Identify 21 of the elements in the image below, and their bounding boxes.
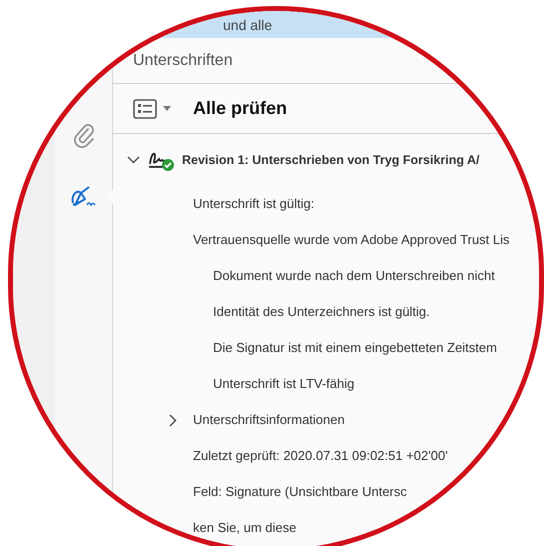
revision-title[interactable]: Revision 1: Unterschrieben von Tryg Forsikring A/ <box>182 150 480 170</box>
caret-icon <box>163 106 171 112</box>
tree-item[interactable]: Zuletzt geprüft: 2020.07.31 09:02:51 +02'00' <box>193 446 448 466</box>
tree-item[interactable]: Vertrauensquelle wurde vom Adobe Approved Trust Lis <box>193 230 510 250</box>
tree-item[interactable]: Identität des Unterzeichners ist gültig. <box>213 302 430 322</box>
options-menu-button[interactable] <box>133 98 171 119</box>
tree-item[interactable]: Die Signatur ist mit einem eingebetteten Zeitstem <box>213 338 497 358</box>
tree-item[interactable]: Dokument wurde nach dem Unterschreiben nicht <box>213 266 495 286</box>
tree-item[interactable]: ken Sie, um diese <box>193 518 296 538</box>
tree-item[interactable]: Unterschrift ist gültig: <box>193 194 314 214</box>
signature-pen-icon <box>68 185 98 209</box>
tree-item[interactable]: Feld: Signature (Unsichtbare Untersc <box>193 482 407 502</box>
tree-item[interactable]: Unterschrift ist LTV-fähig <box>213 374 354 394</box>
paperclip-icon <box>72 122 94 148</box>
chevron-down-icon[interactable] <box>127 156 140 164</box>
chevron-right-icon[interactable] <box>169 414 177 426</box>
verify-all-button[interactable]: Alle prüfen <box>193 95 288 122</box>
tree-item[interactable]: Unterschriftsinformationen <box>193 410 345 430</box>
banner-text: und alle <box>223 17 272 33</box>
list-icon <box>133 98 157 119</box>
panel-title: Unterschriften <box>133 50 233 71</box>
